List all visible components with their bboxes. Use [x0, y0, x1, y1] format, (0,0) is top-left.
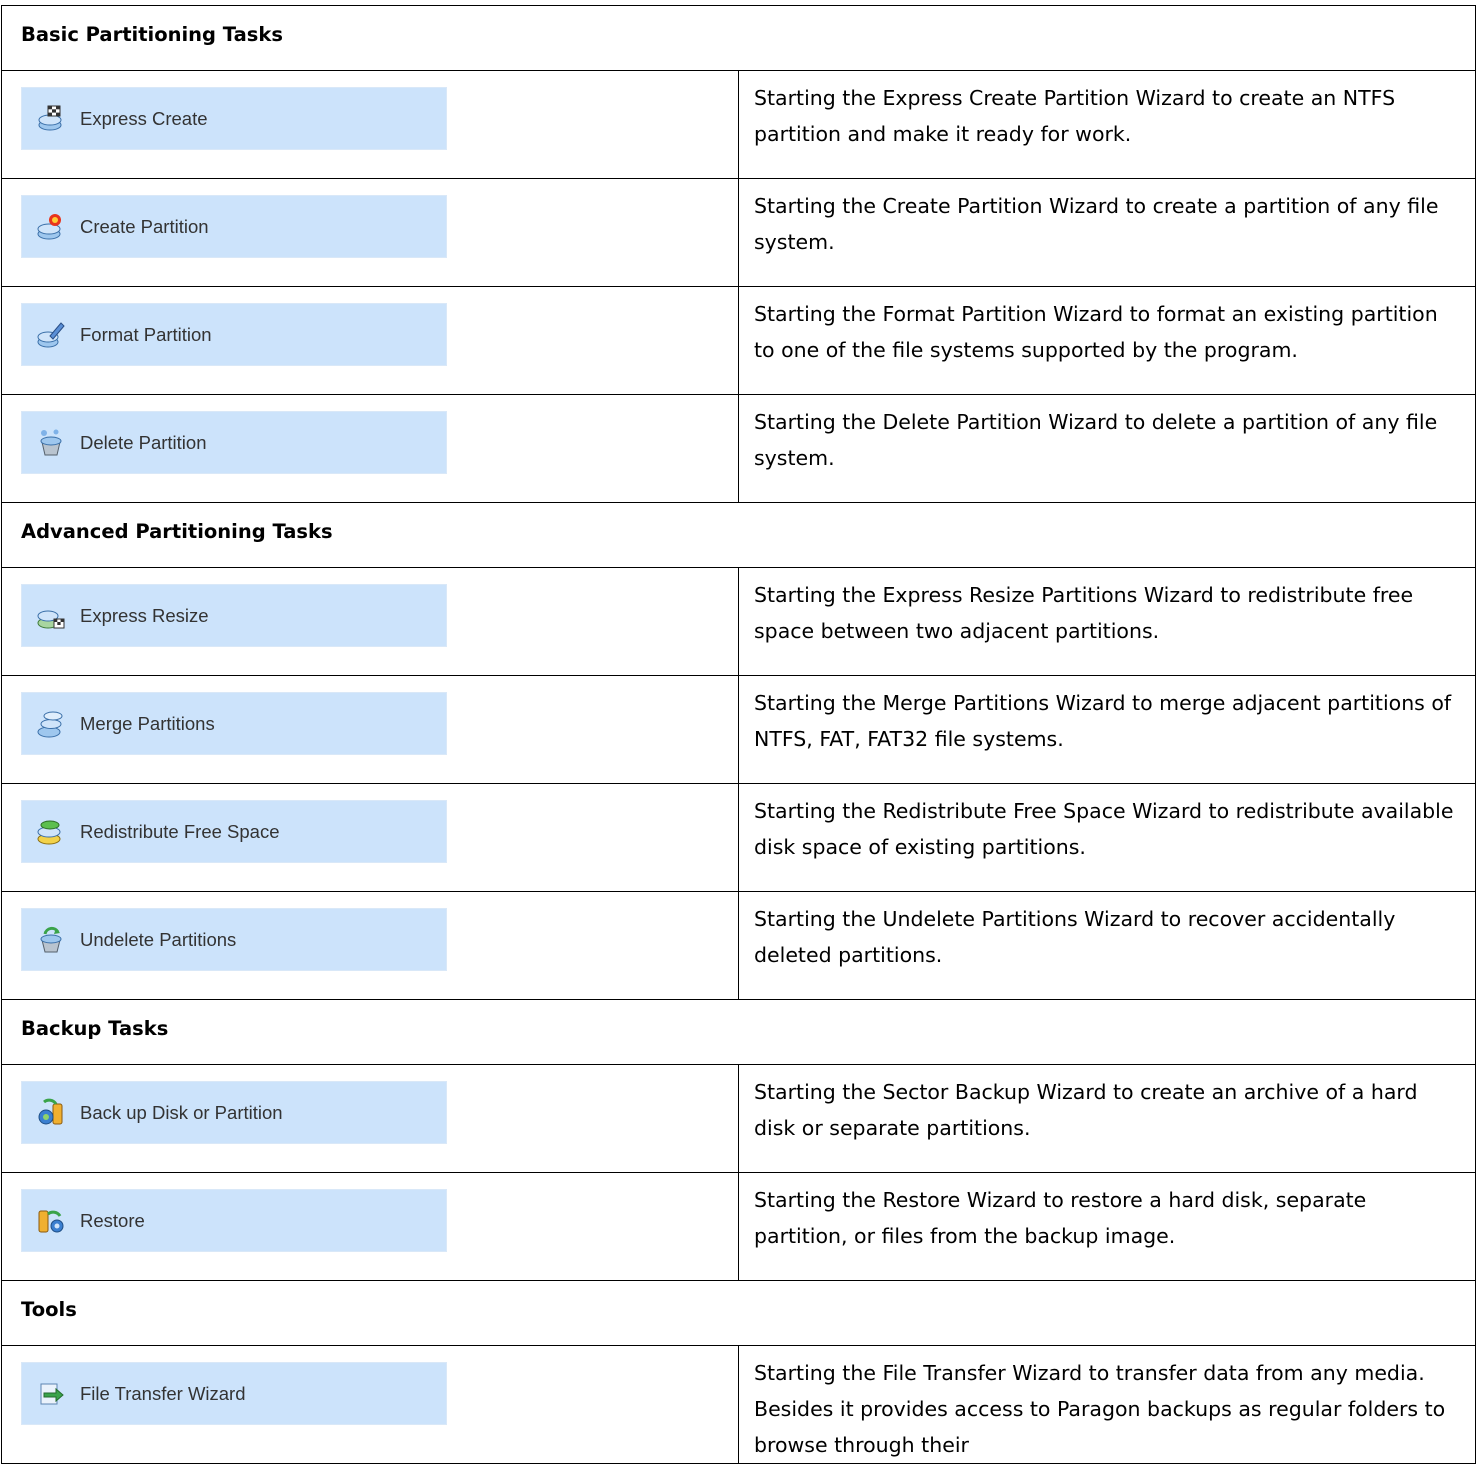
task-description: Starting the Delete Partition Wizard to …: [738, 394, 1476, 503]
task-description: Starting the Redistribute Free Space Wiz…: [738, 783, 1476, 892]
task-description: Starting the File Transfer Wizard to tra…: [738, 1345, 1476, 1464]
merge-partitions-button[interactable]: Merge Partitions: [21, 692, 447, 755]
redistribute-free-space-icon: [36, 817, 66, 847]
button-label: Redistribute Free Space: [80, 820, 280, 842]
task-description: Starting the Express Create Partition Wi…: [738, 70, 1476, 179]
task-row: Redistribute Free Space Starting the Red…: [1, 783, 1476, 892]
task-description: Starting the Merge Partitions Wizard to …: [738, 675, 1476, 784]
task-row: Restore Starting the Restore Wizard to r…: [1, 1172, 1476, 1281]
task-row: Express Create Starting the Express Crea…: [1, 70, 1476, 179]
section-title: Backup Tasks: [1, 999, 1476, 1065]
undelete-partitions-button[interactable]: Undelete Partitions: [21, 908, 447, 971]
section-header-row: Advanced Partitioning Tasks: [1, 502, 1476, 568]
button-label: File Transfer Wizard: [80, 1382, 246, 1404]
button-label: Merge Partitions: [80, 712, 215, 734]
task-row: File Transfer Wizard Starting the File T…: [1, 1345, 1476, 1464]
button-label: Create Partition: [80, 215, 209, 237]
button-label: Express Resize: [80, 604, 209, 626]
button-label: Express Create: [80, 107, 208, 129]
task-row: Merge Partitions Starting the Merge Part…: [1, 675, 1476, 784]
task-description: Starting the Create Partition Wizard to …: [738, 178, 1476, 287]
button-label: Format Partition: [80, 323, 212, 345]
delete-partition-icon: [36, 428, 66, 458]
restore-icon: [36, 1206, 66, 1236]
redistribute-free-space-button[interactable]: Redistribute Free Space: [21, 800, 447, 863]
task-row: Back up Disk or Partition Starting the S…: [1, 1064, 1476, 1173]
format-partition-icon: [36, 320, 66, 350]
format-partition-button[interactable]: Format Partition: [21, 303, 447, 366]
create-partition-icon: [36, 212, 66, 242]
button-label: Back up Disk or Partition: [80, 1101, 283, 1123]
backup-disk-button[interactable]: Back up Disk or Partition: [21, 1081, 447, 1144]
express-resize-icon: [36, 601, 66, 631]
section-title: Advanced Partitioning Tasks: [1, 502, 1476, 568]
restore-button[interactable]: Restore: [21, 1189, 447, 1252]
task-description: Starting the Restore Wizard to restore a…: [738, 1172, 1476, 1281]
task-row: Undelete Partitions Starting the Undelet…: [1, 891, 1476, 1000]
task-row: Delete Partition Starting the Delete Par…: [1, 394, 1476, 503]
express-resize-button[interactable]: Express Resize: [21, 584, 447, 647]
task-table: Basic Partitioning Tasks Express Create …: [1, 5, 1476, 1464]
task-description: Starting the Format Partition Wizard to …: [738, 286, 1476, 395]
file-transfer-wizard-button[interactable]: File Transfer Wizard: [21, 1362, 447, 1425]
section-header-row: Backup Tasks: [1, 999, 1476, 1065]
task-row: Create Partition Starting the Create Par…: [1, 178, 1476, 287]
create-partition-button[interactable]: Create Partition: [21, 195, 447, 258]
button-label: Restore: [80, 1209, 145, 1231]
backup-disk-icon: [36, 1098, 66, 1128]
delete-partition-button[interactable]: Delete Partition: [21, 411, 447, 474]
express-create-button[interactable]: Express Create: [21, 87, 447, 150]
express-create-icon: [36, 104, 66, 134]
button-label: Delete Partition: [80, 431, 207, 453]
section-title: Basic Partitioning Tasks: [1, 5, 1476, 71]
task-row: Format Partition Starting the Format Par…: [1, 286, 1476, 395]
section-header-row: Basic Partitioning Tasks: [1, 5, 1476, 71]
merge-partitions-icon: [36, 709, 66, 739]
task-description: Starting the Express Resize Partitions W…: [738, 567, 1476, 676]
button-label: Undelete Partitions: [80, 928, 237, 950]
file-transfer-wizard-icon: [36, 1379, 66, 1409]
task-row: Express Resize Starting the Express Resi…: [1, 567, 1476, 676]
section-title: Tools: [1, 1280, 1476, 1346]
task-description: Starting the Undelete Partitions Wizard …: [738, 891, 1476, 1000]
section-header-row: Tools: [1, 1280, 1476, 1346]
task-description: Starting the Sector Backup Wizard to cre…: [738, 1064, 1476, 1173]
undelete-partitions-icon: [36, 925, 66, 955]
